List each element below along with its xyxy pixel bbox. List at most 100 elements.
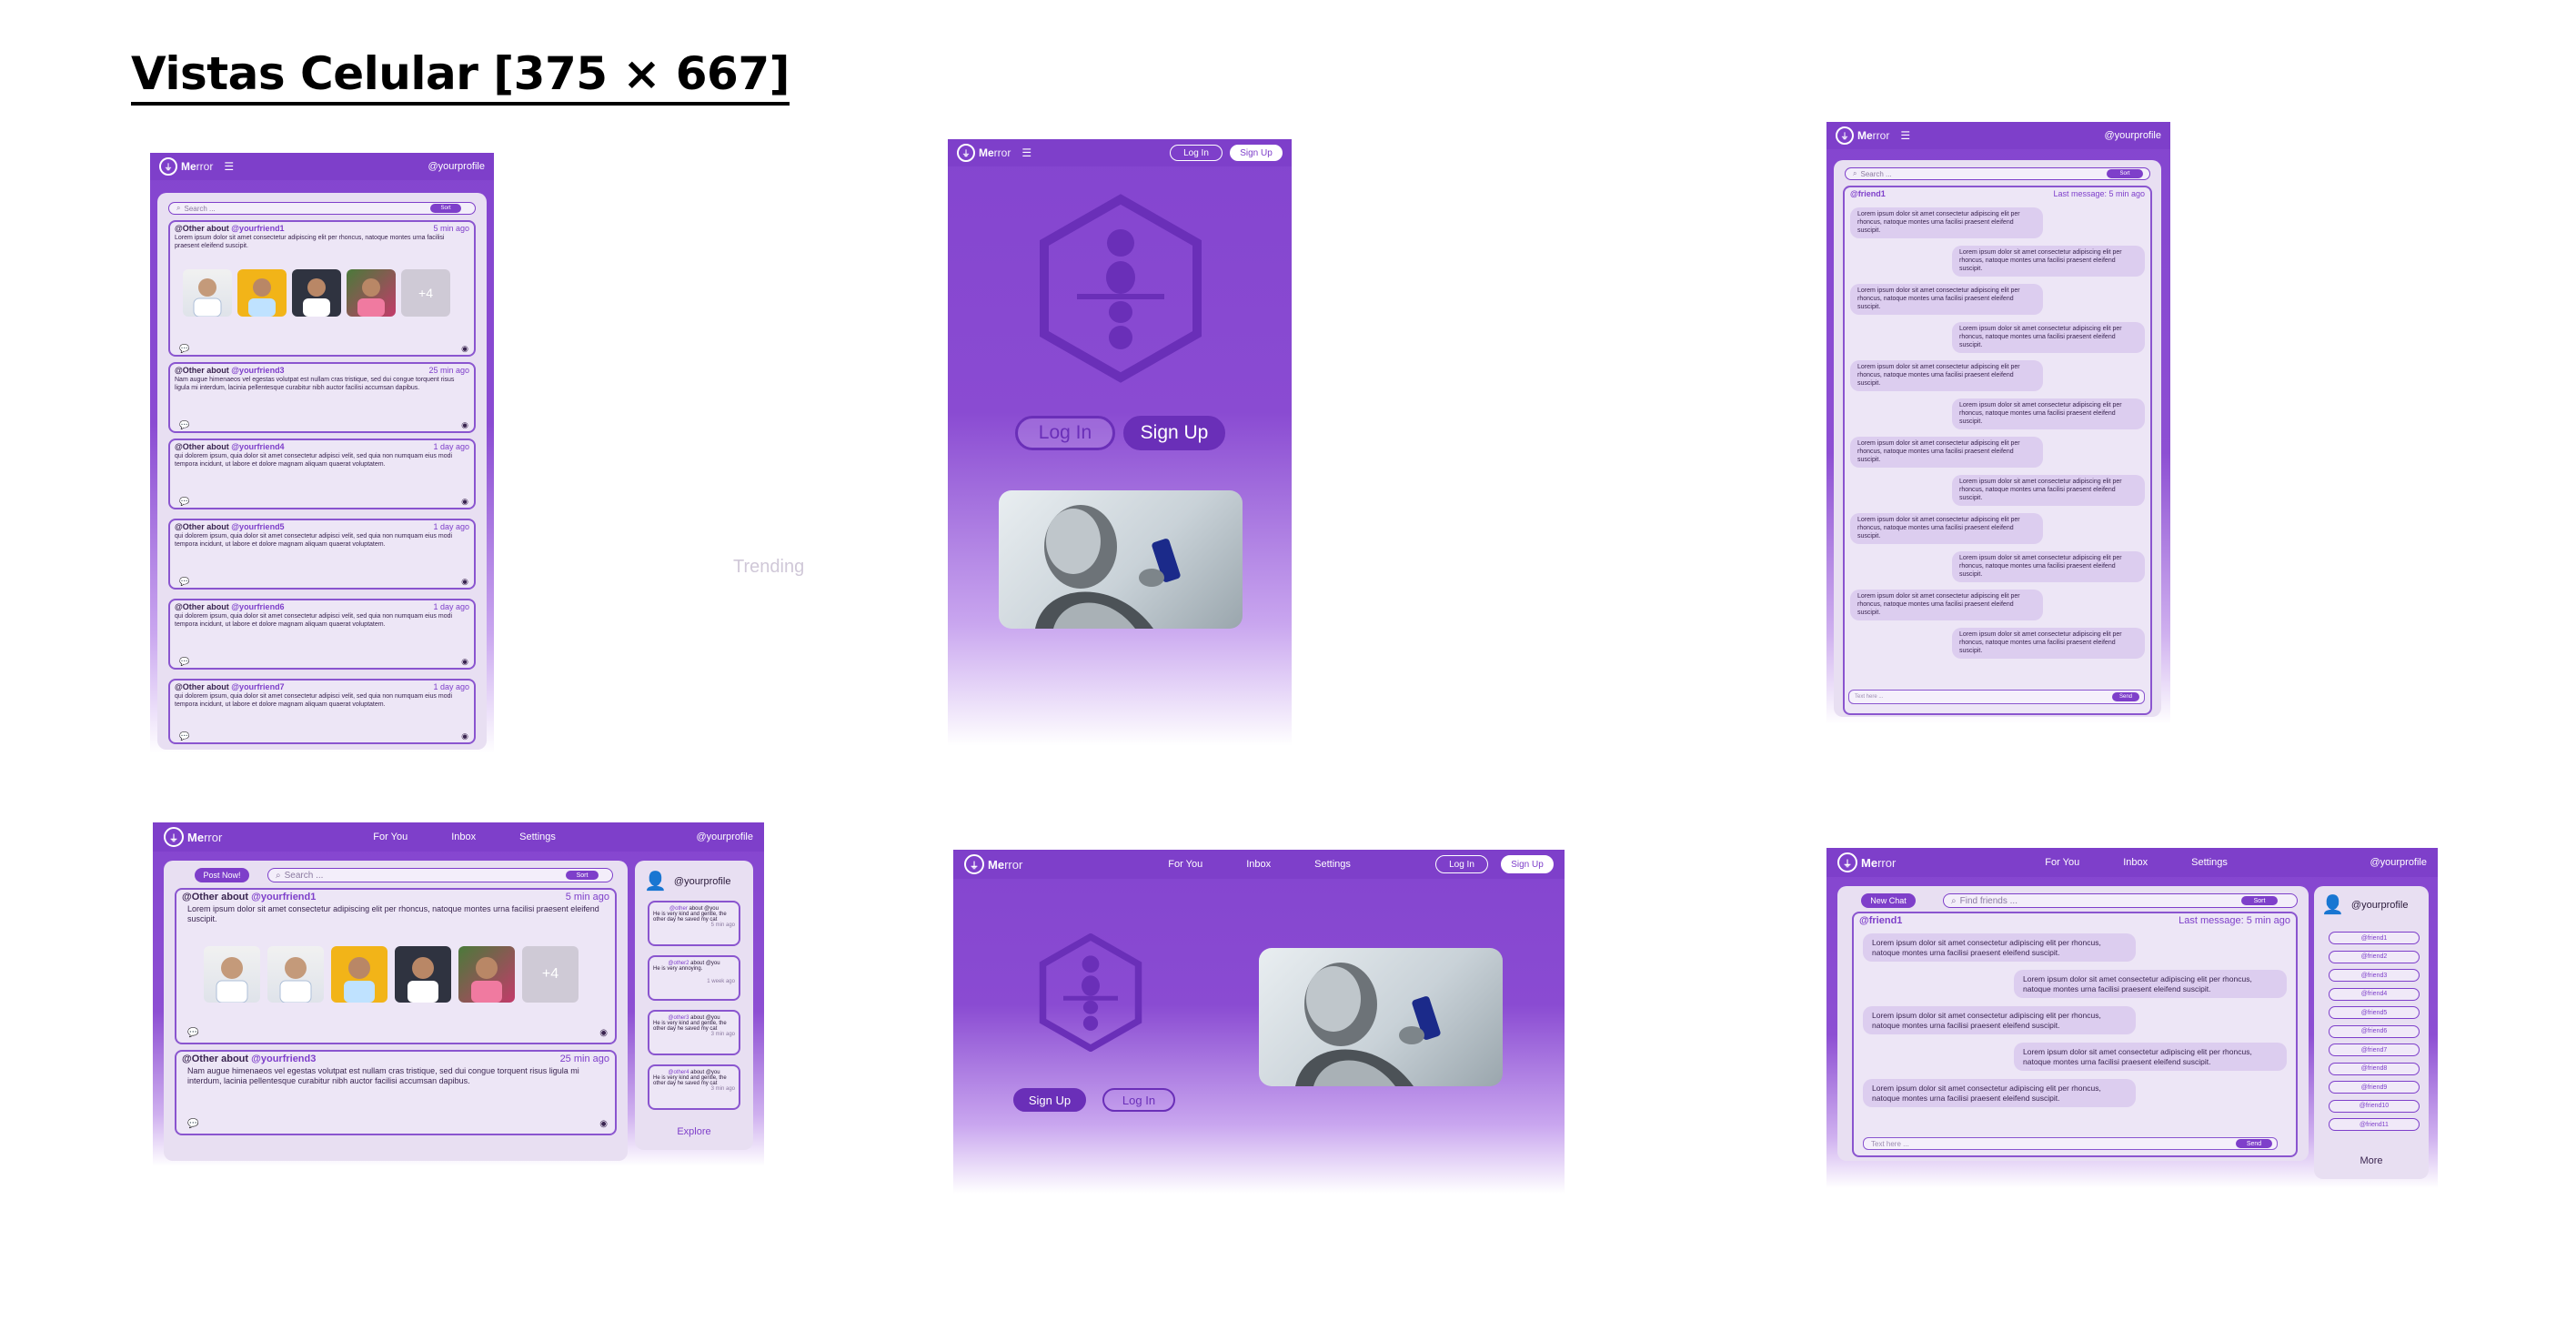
sort-button[interactable]: Sort	[430, 204, 461, 213]
photo-3[interactable]	[331, 946, 387, 1003]
signup-button-large[interactable]: Sign Up	[1123, 416, 1225, 450]
sidebar-profile[interactable]: 👤 @yourprofile	[644, 870, 730, 892]
sort-button[interactable]: Sort	[2107, 169, 2143, 178]
nav-settings[interactable]: Settings	[2191, 857, 2228, 868]
logo[interactable]: ⏚ Merror	[964, 854, 1022, 874]
friend-list-item[interactable]: @friend8	[2329, 1062, 2420, 1075]
friend-list-item[interactable]: @friend5	[2329, 1006, 2420, 1019]
send-button[interactable]: Send	[2112, 692, 2139, 701]
nav-for-you[interactable]: For You	[2045, 857, 2079, 868]
photo-3[interactable]	[292, 269, 341, 317]
view-icon[interactable]: ◉	[461, 344, 468, 354]
nav-inbox[interactable]: Inbox	[2123, 857, 2148, 868]
sort-button[interactable]: Sort	[566, 871, 599, 880]
comment-icon[interactable]: 💬	[179, 577, 189, 587]
friend-list-item[interactable]: @friend3	[2329, 969, 2420, 982]
post-card[interactable]: @Other about @yourfriend7 1 day ago qui d…	[168, 679, 476, 744]
signup-button-large[interactable]: Sign Up	[1013, 1088, 1086, 1112]
profile-link[interactable]: @yourprofile	[2370, 857, 2427, 868]
photo-1[interactable]	[204, 946, 260, 1003]
nav-inbox[interactable]: Inbox	[1246, 859, 1271, 870]
post-card[interactable]: @Other about @yourfriend3 25 min ago Nam …	[175, 1050, 617, 1135]
login-button-large[interactable]: Log In	[1102, 1088, 1175, 1112]
explore-link[interactable]: Explore	[635, 1126, 753, 1137]
profile-link[interactable]: @yourprofile	[696, 832, 753, 842]
post-card[interactable]: @Other about @yourfriend6 1 day ago qui d…	[168, 599, 476, 670]
profile-link[interactable]: @yourprofile	[428, 161, 485, 172]
note-card[interactable]: @other3 about @you He is very kind and g…	[648, 1010, 740, 1055]
friend-list-item[interactable]: @friend1	[2329, 932, 2420, 944]
view-icon[interactable]: ◉	[461, 497, 468, 507]
logo[interactable]: ⏚ Merror	[1837, 852, 1896, 872]
photo-2[interactable]	[267, 946, 324, 1003]
view-icon[interactable]: ◉	[599, 1028, 608, 1038]
signup-button[interactable]: Sign Up	[1230, 145, 1283, 161]
more-photos[interactable]: +4	[401, 269, 450, 317]
login-button[interactable]: Log In	[1435, 855, 1488, 873]
chat-friend-name[interactable]: @friend1	[1859, 915, 1902, 926]
note-card[interactable]: @other about @you He is very kind and ge…	[648, 901, 740, 946]
more-photos[interactable]: +4	[522, 946, 579, 1003]
post-card[interactable]: @Other about @yourfriend1 5 min ago Lorem…	[168, 220, 476, 357]
nav-for-you[interactable]: For You	[373, 832, 408, 842]
view-icon[interactable]: ◉	[599, 1119, 608, 1129]
post-card[interactable]: @Other about @yourfriend1 5 min ago Lorem…	[175, 888, 617, 1044]
menu-icon[interactable]: ☰	[1900, 129, 1910, 142]
nav-settings[interactable]: Settings	[1314, 859, 1351, 870]
friend-list-item[interactable]: @friend10	[2329, 1099, 2420, 1113]
login-button[interactable]: Log In	[1170, 145, 1223, 161]
comment-icon[interactable]: 💬	[179, 420, 189, 430]
chat-friend-name[interactable]: @friend1	[1850, 189, 1886, 198]
post-card[interactable]: @Other about @yourfriend4 1 day ago qui d…	[168, 439, 476, 509]
search-input[interactable]: ⌕ Search ...	[1845, 167, 2150, 180]
send-button[interactable]: Send	[2236, 1139, 2272, 1148]
login-button-large[interactable]: Log In	[1015, 416, 1115, 450]
comment-icon[interactable]: 💬	[187, 1028, 198, 1038]
mobile-landing-frame: ⏚ Merror ☰ Log In Sign Up Log In Sign Up	[948, 139, 1292, 746]
view-icon[interactable]: ◉	[461, 420, 468, 430]
friend-list-item[interactable]: @friend9	[2329, 1081, 2420, 1094]
menu-icon[interactable]: ☰	[224, 160, 234, 173]
logo[interactable]: ⏚ Merror	[957, 144, 1011, 162]
search-input[interactable]: ⌕ Search ...	[267, 868, 613, 882]
friend-list-item[interactable]: @friend6	[2329, 1024, 2420, 1038]
view-icon[interactable]: ◉	[461, 577, 468, 587]
note-card[interactable]: @other4 about @you He is very kind and g…	[648, 1064, 740, 1110]
post-card[interactable]: @Other about @yourfriend3 25 min ago Nam …	[168, 362, 476, 433]
friend-list-item[interactable]: @friend11	[2329, 1118, 2420, 1131]
logo[interactable]: ⏚ Merror	[159, 157, 213, 176]
logo[interactable]: ⏚ Merror	[1836, 126, 1889, 145]
comment-icon[interactable]: 💬	[179, 344, 189, 354]
note-card[interactable]: @other2 about @you He is very annoying. 1…	[648, 955, 740, 1001]
comment-icon[interactable]: 💬	[187, 1119, 198, 1129]
friend-list-item[interactable]: @friend2	[2329, 950, 2420, 963]
post-now-button[interactable]: Post Now!	[195, 868, 249, 882]
profile-link[interactable]: @yourprofile	[2104, 130, 2161, 141]
message-input[interactable]: Text here ...	[1848, 690, 2145, 704]
chat-window: @friend1 Last message: 5 min ago Lorem ip…	[1843, 186, 2152, 715]
photo-1[interactable]	[183, 269, 232, 317]
menu-icon[interactable]: ☰	[1021, 146, 1031, 159]
friend-list-item[interactable]: @friend4	[2329, 987, 2420, 1001]
nav-settings[interactable]: Settings	[519, 832, 556, 842]
message-input[interactable]: Text here ...	[1863, 1137, 2278, 1150]
sort-button[interactable]: Sort	[2241, 896, 2278, 905]
nav-inbox[interactable]: Inbox	[451, 832, 476, 842]
comment-icon[interactable]: 💬	[179, 731, 189, 741]
photo-4[interactable]	[347, 269, 396, 317]
comment-icon[interactable]: 💬	[179, 497, 189, 507]
more-friends-link[interactable]: More	[2314, 1155, 2429, 1166]
photo-2[interactable]	[237, 269, 287, 317]
logo[interactable]: ⏚ Merror	[164, 827, 222, 847]
nav-for-you[interactable]: For You	[1168, 859, 1202, 870]
photo-5[interactable]	[458, 946, 515, 1003]
comment-icon[interactable]: 💬	[179, 657, 189, 667]
view-icon[interactable]: ◉	[461, 731, 468, 741]
signup-button[interactable]: Sign Up	[1501, 855, 1554, 873]
new-chat-button[interactable]: New Chat	[1861, 893, 1916, 908]
post-card[interactable]: @Other about @yourfriend5 1 day ago qui d…	[168, 519, 476, 590]
friend-list-item[interactable]: @friend7	[2329, 1044, 2420, 1056]
photo-4[interactable]	[395, 946, 451, 1003]
sidebar-profile[interactable]: 👤 @yourprofile	[2321, 893, 2408, 916]
view-icon[interactable]: ◉	[461, 657, 468, 667]
